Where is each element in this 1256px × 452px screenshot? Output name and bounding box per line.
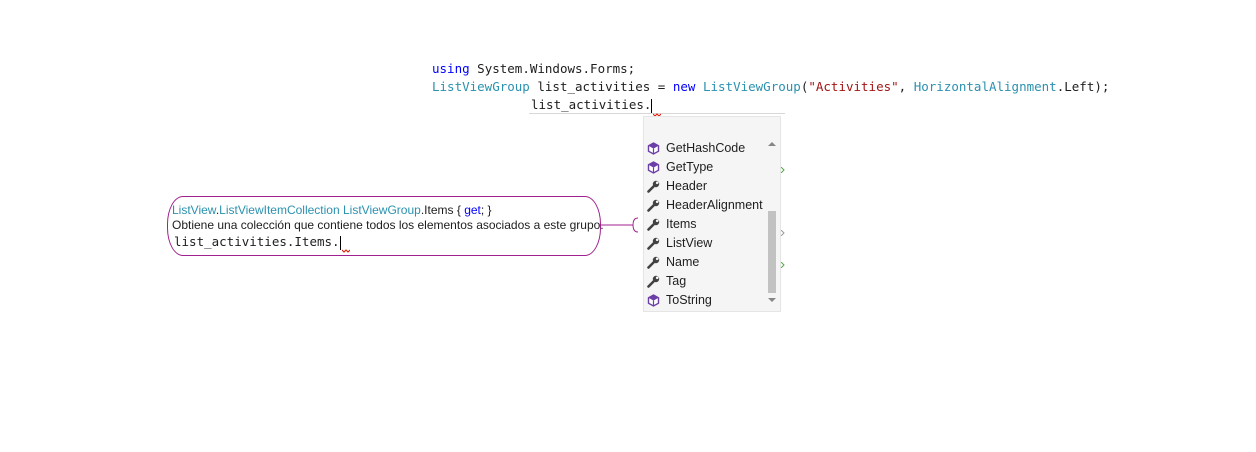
member-left: .Left);	[1056, 79, 1110, 94]
completion-item[interactable]: Items	[644, 215, 780, 234]
completion-item-label: Items	[666, 217, 697, 231]
type-listviewgroup: ListViewGroup	[432, 79, 530, 94]
completion-item-label: HeaderAlignment	[666, 198, 763, 212]
sig-member: .Items {	[420, 203, 465, 217]
sig-type-listviewgroup: ListViewGroup	[343, 203, 421, 217]
namespace-text: System.Windows.Forms;	[477, 61, 636, 76]
completion-item[interactable]: HeaderAlignment	[644, 196, 780, 215]
property-icon	[647, 218, 660, 231]
completion-list-header	[644, 117, 780, 139]
completion-item[interactable]: ToString	[644, 291, 780, 310]
keyword-new: new	[672, 79, 696, 94]
example-error-squiggle	[341, 249, 350, 253]
type-listviewgroup-ctor: ListViewGroup	[702, 79, 801, 94]
completion-item[interactable]: GetHashCode	[644, 139, 780, 158]
scroll-up-icon[interactable]	[767, 139, 777, 149]
type-horizontalalignment: HorizontalAlignment	[913, 79, 1057, 94]
scroll-down-icon[interactable]	[767, 295, 777, 305]
property-icon	[647, 275, 660, 288]
edge-mark-3	[781, 262, 785, 268]
variable-name: list_activities	[537, 79, 651, 94]
completion-items: GetHashCode GetType Header HeaderAlignment I…	[644, 139, 780, 310]
method-icon	[647, 142, 660, 155]
method-icon	[647, 294, 660, 307]
completion-item-label: Name	[666, 255, 700, 269]
method-icon	[647, 161, 660, 174]
operator-equals: =	[657, 79, 666, 94]
completion-item[interactable]: Tag	[644, 272, 780, 291]
member-signature: ListView.ListViewItemCollection ListView…	[172, 203, 492, 217]
completion-item[interactable]: Header	[644, 177, 780, 196]
completion-item-label: GetType	[666, 160, 714, 174]
code-line-2: ListViewGroup list_activities = new List…	[432, 78, 1109, 96]
text-caret	[651, 98, 653, 113]
sig-get-keyword: get	[464, 203, 481, 217]
example-code-text: list_activities.Items.	[174, 234, 340, 249]
completion-item-label: ListView	[666, 236, 713, 250]
scroll-thumb[interactable]	[768, 211, 776, 293]
code-line-3[interactable]: list_activities.	[531, 96, 662, 117]
completion-item[interactable]: GetType	[644, 158, 780, 177]
completion-item-label: Tag	[666, 274, 687, 288]
quick-info-tooltip: ListView.ListViewItemCollection ListView…	[167, 196, 604, 256]
member-description: Obtiene una colección que contiene todos…	[172, 218, 604, 232]
intellisense-completion-list[interactable]: GetHashCode GetType Header HeaderAlignment I…	[643, 116, 781, 312]
string-literal: "Activities"	[808, 79, 899, 94]
property-icon	[647, 237, 660, 250]
current-line-text: list_activities.	[531, 97, 652, 112]
completion-scrollbar[interactable]	[767, 139, 777, 307]
example-caret	[339, 235, 341, 250]
sig-type-collection: ListViewItemCollection	[219, 203, 340, 217]
sig-type-listview: ListView	[172, 203, 216, 217]
completion-item-label: GetHashCode	[666, 141, 746, 155]
completion-item-label: ToString	[666, 293, 712, 307]
code-line-1: using System.Windows.Forms;	[432, 60, 635, 78]
completion-item[interactable]: ListView	[644, 234, 780, 253]
edge-mark-1	[781, 167, 785, 173]
property-icon	[647, 256, 660, 269]
edge-mark-2	[781, 230, 785, 236]
completion-item-label: Header	[666, 179, 707, 193]
example-code-line: list_activities.Items.	[174, 234, 350, 253]
comma: ,	[898, 79, 907, 94]
keyword-using: using	[432, 61, 470, 76]
property-icon	[647, 199, 660, 212]
sig-end: ; }	[480, 203, 492, 217]
highlight-connector	[600, 217, 639, 233]
completion-item[interactable]: Name	[644, 253, 780, 272]
property-icon	[647, 180, 660, 193]
